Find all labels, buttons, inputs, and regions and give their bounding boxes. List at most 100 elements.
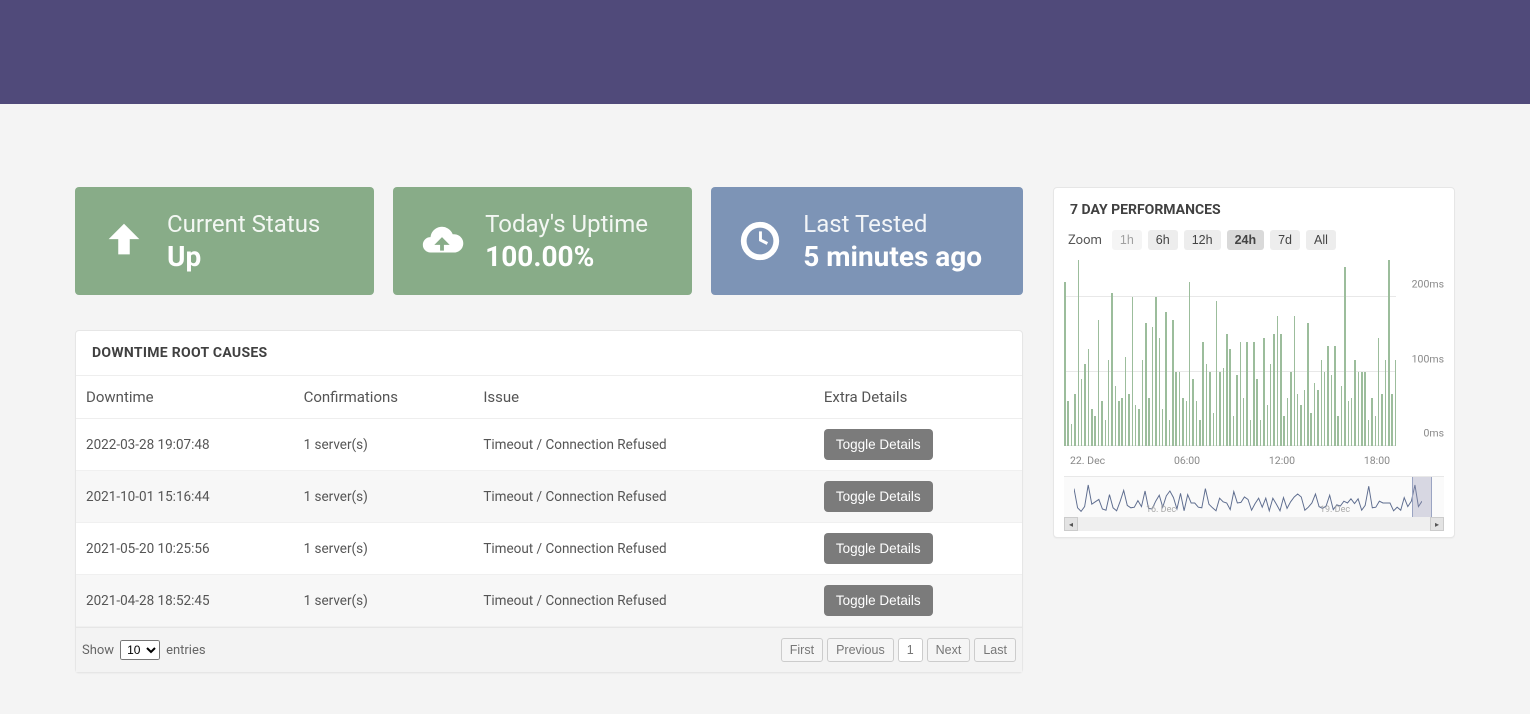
- top-banner: [0, 0, 1530, 104]
- zoom-all[interactable]: All: [1306, 230, 1336, 250]
- chart-bar: [1368, 420, 1370, 446]
- chart-bar: [1209, 372, 1211, 446]
- chart-bar: [1233, 416, 1235, 446]
- zoom-label: Zoom: [1068, 233, 1102, 248]
- zoom-7d[interactable]: 7d: [1270, 230, 1300, 250]
- performance-chart[interactable]: 0ms 100ms 200ms 22. Dec 06:00 12:00 18:0…: [1064, 260, 1444, 470]
- cell-issue: Timeout / Connection Refused: [473, 575, 814, 627]
- table-row: 2021-04-28 18:52:451 server(s)Timeout / …: [76, 575, 1022, 627]
- chart-bar: [1270, 364, 1272, 446]
- chart-bar: [1297, 394, 1299, 446]
- chart-bar: [1199, 420, 1201, 446]
- chart-bar: [1267, 405, 1269, 446]
- navigator-handle[interactable]: [1412, 477, 1432, 517]
- chart-bar: [1115, 386, 1117, 446]
- clock-icon: [735, 216, 785, 266]
- chart-bar: [1196, 401, 1198, 446]
- chart-bar: [1229, 349, 1231, 446]
- pager-prev[interactable]: Previous: [827, 638, 894, 662]
- chart-bar: [1358, 372, 1360, 446]
- chart-bar: [1321, 360, 1323, 446]
- cell-conf: 1 server(s): [294, 575, 474, 627]
- chart-bar: [1283, 416, 1285, 446]
- cell-time: 2021-05-20 10:25:56: [76, 523, 294, 575]
- xlabel-0: 22. Dec: [1070, 454, 1105, 470]
- chart-bar: [1331, 375, 1333, 446]
- nav-scroll-right[interactable]: ▸: [1430, 517, 1444, 531]
- cell-conf: 1 server(s): [294, 419, 474, 471]
- xlabel-1: 06:00: [1174, 454, 1200, 470]
- chart-bar: [1125, 357, 1127, 446]
- chart-bar: [1132, 297, 1134, 446]
- chart-bar: [1236, 375, 1238, 446]
- chart-navigator[interactable]: 16. Dec 19. Dec ◂ ▸: [1064, 476, 1444, 531]
- xlabel-3: 18:00: [1364, 454, 1390, 470]
- page-size-select[interactable]: 10: [120, 640, 160, 660]
- card-todays-uptime: Today's Uptime 100.00%: [393, 187, 692, 295]
- toggle-details-button[interactable]: Toggle Details: [824, 481, 933, 512]
- ytick-200: 200ms: [1412, 278, 1444, 291]
- toggle-details-button[interactable]: Toggle Details: [824, 585, 933, 616]
- chart-bar: [1155, 297, 1157, 446]
- chart-bar: [1324, 372, 1326, 446]
- chart-bar: [1395, 360, 1397, 446]
- xlabel-2: 12:00: [1269, 454, 1295, 470]
- chart-bar: [1172, 320, 1174, 446]
- card-last-tested: Last Tested 5 minutes ago: [711, 187, 1023, 295]
- chart-bar: [1354, 360, 1356, 446]
- chart-bar: [1084, 364, 1086, 446]
- chart-bar: [1250, 420, 1252, 446]
- pager-next[interactable]: Next: [927, 638, 971, 662]
- card-status-title: Current Status: [167, 210, 320, 238]
- chart-bar: [1290, 372, 1292, 446]
- th-extra-details[interactable]: Extra Details: [814, 376, 1022, 419]
- chart-bar: [1169, 420, 1171, 446]
- summary-cards: Current Status Up Today's Uptime 100.00%: [75, 187, 1023, 295]
- pager-page-1[interactable]: 1: [898, 638, 923, 662]
- th-downtime[interactable]: Downtime: [76, 376, 294, 419]
- chart-bar: [1246, 342, 1248, 446]
- chart-bar: [1179, 372, 1181, 446]
- card-status-value: Up: [167, 240, 320, 273]
- chart-bar: [1078, 260, 1080, 446]
- chart-bar: [1216, 301, 1218, 446]
- nav-scroll-left[interactable]: ◂: [1064, 517, 1078, 531]
- chart-bar: [1162, 409, 1164, 446]
- chart-bar: [1263, 338, 1265, 446]
- chart-bar: [1091, 409, 1093, 446]
- chart-bar: [1152, 327, 1154, 446]
- chart-bar: [1175, 372, 1177, 446]
- downtime-panel-title: DOWNTIME ROOT CAUSES: [76, 331, 1022, 376]
- chart-bar: [1317, 390, 1319, 446]
- chart-bar: [1351, 398, 1353, 446]
- th-issue[interactable]: Issue: [473, 376, 814, 419]
- card-uptime-title: Today's Uptime: [485, 210, 648, 238]
- chart-bar: [1128, 394, 1130, 446]
- chart-bar: [1226, 334, 1228, 446]
- zoom-1h[interactable]: 1h: [1112, 230, 1142, 250]
- table-row: 2021-10-01 15:16:441 server(s)Timeout / …: [76, 471, 1022, 523]
- toggle-details-button[interactable]: Toggle Details: [824, 429, 933, 460]
- chart-bar: [1371, 398, 1373, 446]
- chart-bar: [1223, 368, 1225, 446]
- chart-bar: [1148, 398, 1150, 446]
- chart-bar: [1253, 342, 1255, 446]
- zoom-6h[interactable]: 6h: [1148, 230, 1178, 250]
- chart-bar: [1094, 416, 1096, 446]
- chart-bar: [1280, 334, 1282, 446]
- pager-last[interactable]: Last: [974, 638, 1016, 662]
- cloud-upload-icon: [417, 216, 467, 266]
- pager-first[interactable]: First: [781, 638, 823, 662]
- chart-bar: [1213, 413, 1215, 446]
- card-uptime-value: 100.00%: [485, 240, 648, 273]
- chart-bar: [1074, 394, 1076, 446]
- chart-bar: [1145, 323, 1147, 446]
- zoom-24h[interactable]: 24h: [1227, 230, 1265, 250]
- toggle-details-button[interactable]: Toggle Details: [824, 533, 933, 564]
- th-confirmations[interactable]: Confirmations: [294, 376, 474, 419]
- chart-bar: [1391, 394, 1393, 446]
- cell-issue: Timeout / Connection Refused: [473, 523, 814, 575]
- chart-bar: [1256, 379, 1258, 446]
- chart-bar: [1243, 398, 1245, 446]
- zoom-12h[interactable]: 12h: [1184, 230, 1221, 250]
